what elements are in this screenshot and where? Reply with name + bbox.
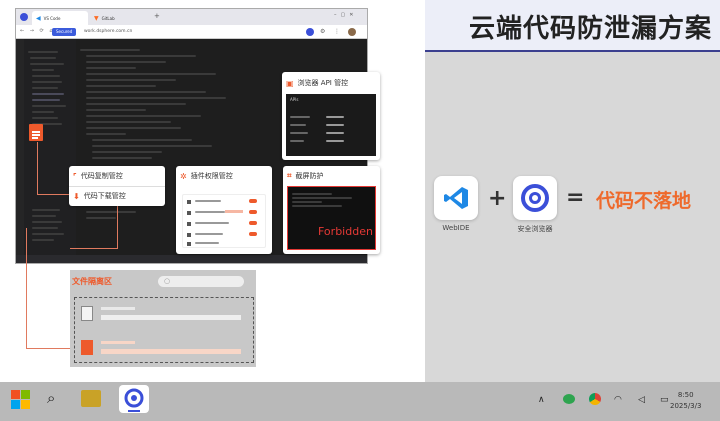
vscode-icon: ◀ (36, 14, 41, 22)
toggle[interactable] (249, 210, 257, 214)
toggle[interactable] (249, 232, 257, 236)
isolation-title: 文件隔离区 (72, 277, 112, 286)
toggle[interactable] (249, 221, 257, 225)
plugin-card-title: 插件权限管控 (190, 172, 233, 180)
connector-line (37, 194, 69, 195)
connector-line (70, 248, 118, 249)
battery-icon[interactable]: ▭ (660, 395, 669, 405)
url-text[interactable]: work.dsphere.com.cn (84, 28, 132, 36)
browser-api-card: ▣ 浏览器 API 管控 APIs (282, 72, 380, 160)
document-icon (29, 124, 43, 141)
file-explorer (24, 39, 76, 263)
webide-app-icon (434, 176, 478, 220)
forbidden-preview: Forbidden (287, 186, 376, 250)
nav-buttons[interactable]: ← → ⟳ ⌂ (20, 28, 55, 34)
screenshot-protection-card: ⌗ 截屏防护 Forbidden (283, 166, 380, 254)
webide-label: WebIDE (442, 224, 470, 232)
folder-icon[interactable] (81, 390, 101, 407)
tab-gitlab[interactable]: ▼ GitLab (90, 11, 150, 25)
api-card-title: 浏览器 API 管控 (297, 79, 349, 87)
isolation-search-input[interactable]: ○ (158, 276, 244, 287)
secure-browser-taskbar-icon[interactable] (119, 385, 149, 413)
volume-icon[interactable]: ◁ (638, 395, 645, 405)
screenshot-card-title: 截屏防护 (295, 172, 324, 180)
copy-download-card: ⌜ 代码复制管控 ⬇ 代码下载管控 (69, 166, 165, 206)
api-panel: APIs (286, 94, 376, 156)
page-title: 云端代码防泄漏方案 (468, 14, 712, 44)
api-card-header: ▣ 浏览器 API 管控 (286, 78, 348, 88)
api-tab: APIs (290, 97, 299, 102)
windows-start-icon[interactable] (10, 389, 32, 411)
clock-date: 2025/3/3 (670, 402, 702, 410)
tab-label: GitLab (101, 15, 115, 21)
new-tab-button[interactable]: + (154, 12, 160, 20)
secure-browser-label: 安全浏览器 (517, 225, 553, 233)
tab-bar: ◀ VS Code ▼ GitLab + –▢✕ (16, 9, 367, 25)
equals-sign: = (566, 185, 585, 210)
file-icon (81, 306, 93, 321)
plugin-card-header: ✲ 插件权限管控 (180, 171, 233, 181)
taskbar (0, 382, 720, 421)
chrome-icon[interactable] (589, 393, 601, 405)
forbidden-text: Forbidden (318, 225, 373, 238)
connector-line (37, 142, 38, 194)
activity-bar (16, 39, 24, 263)
tab-label: VS Code (43, 15, 61, 21)
connector-line (26, 228, 27, 348)
avatar[interactable] (348, 28, 356, 36)
search-icon: ○ (164, 277, 171, 285)
header-divider (425, 50, 720, 52)
plugin-list (182, 194, 266, 248)
connector-line (26, 348, 70, 349)
slogan: 代码不落地 (596, 190, 692, 212)
wechat-icon[interactable] (563, 394, 575, 404)
copy-control-item: ⌜ 代码复制管控 (73, 171, 123, 181)
secure-browser-app-icon (513, 176, 557, 220)
wifi-icon[interactable]: ◠ (614, 395, 622, 405)
browser-logo-icon (20, 13, 28, 21)
toggle[interactable] (249, 199, 257, 203)
plus-sign: + (488, 186, 507, 211)
menu-icon[interactable]: ⋮ (334, 28, 340, 35)
clock-time: 8:50 (677, 391, 694, 399)
chevron-up-icon[interactable]: ∧ (538, 395, 545, 405)
isolation-file-area (74, 297, 254, 363)
search-icon[interactable]: ⌕ (47, 389, 55, 407)
extension-icon[interactable] (306, 28, 314, 36)
gitlab-icon: ▼ (94, 14, 99, 22)
screenshot-card-header: ⌗ 截屏防护 (287, 171, 324, 181)
download-icon: ⬇ (73, 191, 80, 201)
document-icon (81, 340, 93, 355)
download-control-item: ⬇ 代码下载管控 (73, 191, 126, 201)
tab-vscode[interactable]: ◀ VS Code (32, 11, 88, 25)
settings-icon[interactable]: ⚙ (320, 28, 325, 35)
plugin-permission-card: ✲ 插件权限管控 (176, 166, 272, 254)
copy-control-label: 代码复制管控 (80, 172, 123, 180)
copy-icon: ⌜ (73, 171, 77, 181)
window-controls[interactable]: –▢✕ (334, 12, 357, 18)
secured-badge: Secured (52, 28, 77, 36)
clock[interactable]: 8:50 2025/3/3 (670, 390, 701, 412)
crop-icon: ⌗ (287, 171, 292, 180)
status-bar (16, 255, 367, 263)
puzzle-icon: ✲ (180, 171, 187, 181)
browser-window-icon: ▣ (286, 78, 294, 88)
download-control-label: 代码下载管控 (83, 192, 126, 200)
connector-line (117, 206, 118, 248)
